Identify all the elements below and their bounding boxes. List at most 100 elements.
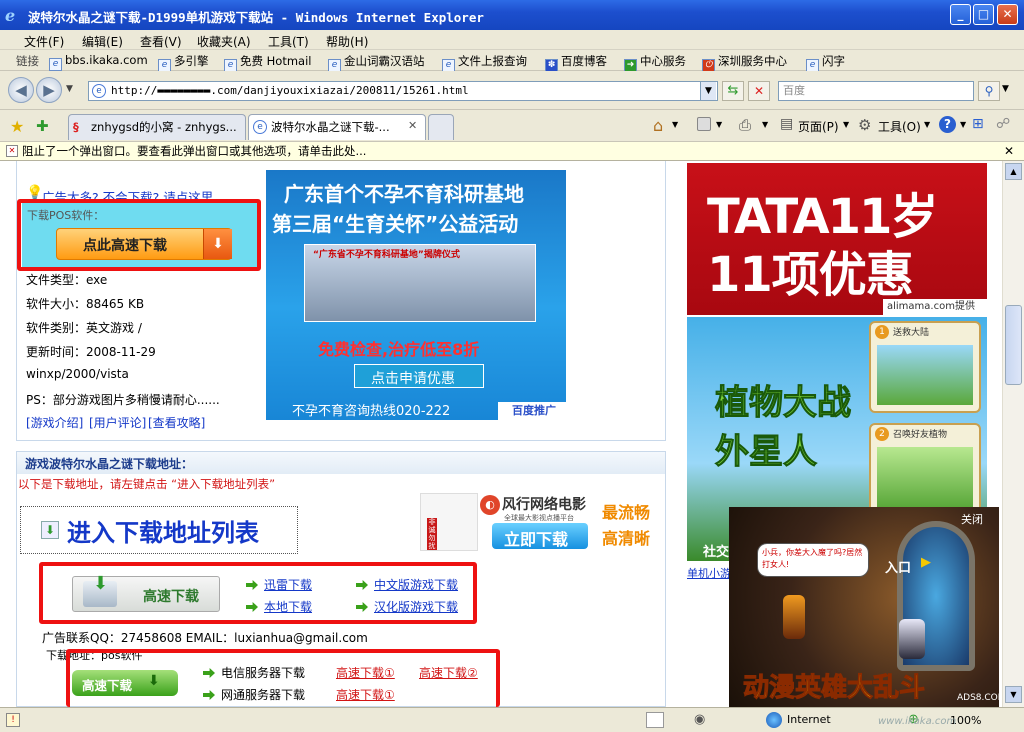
page-menu[interactable]: 页面(P) [798,118,839,135]
scroll-thumb[interactable] [1005,305,1022,385]
search-dropdown-icon[interactable]: ▼ [1002,84,1009,94]
feeds-dropdown-icon[interactable]: ▼ [716,120,722,129]
home-dropdown-icon[interactable]: ▼ [672,120,678,129]
vertical-scrollbar[interactable]: ▲ ▼ [1002,161,1024,707]
search-icon[interactable]: ⚲ [978,81,1000,101]
link-item-ciba[interactable]: e 金山词霸汉语站 [328,53,425,72]
tools-menu[interactable]: 工具(O) [878,118,921,135]
history-dropdown-icon[interactable]: ▼ [66,84,73,94]
status-bar: ! ◉ Internet ⊕ 100% www.ikaka.com [0,707,1024,732]
link-item-baidu-blog[interactable]: ✽ 百度博客 [545,53,607,72]
supported-os: winxp/2000/vista [26,367,129,381]
page-dropdown-icon[interactable]: ▼ [843,120,849,129]
print-dropdown-icon[interactable]: ▼ [762,120,768,129]
game-popup-ad[interactable]: 关闭 小兵，你差大入魔了吗?居然打女人! 入口 ▶ 动漫英雄大乱斗 ADS8.C… [729,507,1002,707]
game-intro-link[interactable]: [游戏介绍] [26,414,83,431]
maximize-button[interactable]: □ [973,4,994,25]
stop-icon[interactable]: ✕ [748,81,770,101]
ninja-character [783,595,805,639]
new-tab-button[interactable] [428,114,454,140]
tools-dropdown-icon[interactable]: ▼ [924,120,930,129]
links-label: 链接 [16,54,39,68]
fengxing-download-button[interactable]: 立即下载 [492,523,588,549]
page-icon[interactable]: ▤ [780,116,793,132]
menu-tools[interactable]: 工具(T) [268,33,309,50]
download-notice: 以下是下载地址，请左键点击 “进入下载地址列表” [18,477,276,491]
enter-list-link[interactable]: 进入下载地址列表 [67,513,259,548]
pvz-step2-card: 2 召唤好友植物 [869,423,981,515]
walkthrough-link[interactable]: [查看攻略] [148,414,205,431]
add-favorites-icon[interactable]: ✚ [36,117,49,135]
refresh-icon[interactable]: ⇆ [722,81,744,101]
feeds-icon[interactable] [697,117,711,131]
enter-list-box[interactable]: ⬇ 进入下载地址列表 [20,506,298,554]
popup-blocked-infobar[interactable]: ✕ 阻止了一个弹出窗口。要查看此弹出窗口或其他选项，请单击此处... ✕ [0,142,1024,161]
link-item-center[interactable]: ➜ 中心服务 [624,53,686,72]
ad-line2: 第三届“生育关怀”公益活动 [272,212,519,236]
baidu-promo-label: 百度推广 [498,402,566,420]
movie-poster-icon: 非诚勿扰 [420,493,478,551]
tab-close-icon[interactable]: ✕ [408,119,417,132]
hospital-ad-banner[interactable]: 广东首个不孕不育科研基地 第三届“生育关怀”公益活动 “广东省不孕不育科研基地”… [266,170,566,420]
fengxing-tag1: 最流畅 [602,503,651,522]
url-input[interactable]: e http://▬▬▬▬▬▬▬▬.com/danjiyouxixiazai/2… [88,81,718,101]
back-button[interactable]: ◀ [8,77,34,103]
blocked-popup-icon: ✕ [6,145,18,157]
forward-button[interactable]: ▶ [36,77,62,103]
privacy-icon[interactable]: ◉ [694,712,712,728]
scroll-down-icon[interactable]: ▼ [1005,686,1022,703]
pvz-social-label: 社交 [703,545,730,560]
portal-enter-label: 入口 [885,561,912,576]
scroll-up-icon[interactable]: ▲ [1005,163,1022,180]
popup-close-button[interactable]: 关闭 [961,511,983,527]
alimama-label: alimama.com提供 [883,299,987,315]
link-item-flash-text[interactable]: e 闪字 [806,53,845,72]
menu-favorites[interactable]: 收藏夹(A) [197,33,251,50]
link-item-shenzhen[interactable]: ⏻ 深圳服务中心 [702,53,787,72]
print-icon[interactable]: ⎙ [739,116,751,134]
search-input[interactable]: 百度 [778,81,974,101]
page-error-icon[interactable]: ! [6,713,20,727]
tab-favicon-icon: e [253,120,267,134]
apply-discount-button[interactable]: 点击申请优惠 [354,364,484,388]
menu-view[interactable]: 查看(V) [140,33,182,50]
menu-edit[interactable]: 编辑(E) [82,33,123,50]
window-title: 波特尔水晶之谜下载-D1999单机游戏下载站 - Windows Interne… [28,10,484,25]
ad-hotline: 不孕不育咨询热线020-222 [292,404,451,419]
ps-note: PS：部分游戏图片多稍慢请耐心...... [26,393,220,407]
ceremony-photo: “广东省不孕不育科研基地”揭牌仪式 [304,244,536,322]
link-item-report[interactable]: e 文件上报查询 [442,53,527,72]
step-badge-icon: 1 [875,325,889,339]
tata-ad[interactable]: TATA11岁 11项优惠 alimama.com提供 [687,163,987,315]
link-item-ikaka[interactable]: e bbs.ikaka.com [49,53,148,71]
gear-icon[interactable]: ⚙ [858,116,871,134]
menu-help[interactable]: 帮助(H) [326,33,368,50]
favorites-star-icon[interactable]: ★ [10,117,24,136]
link-item-hotmail[interactable]: e 免费 Hotmail [224,53,312,72]
enemy-character [899,619,925,659]
help-icon[interactable]: ? [939,116,956,133]
research-icon[interactable]: ⊞ [972,116,984,132]
pvz-title: 植物大战外星人 [715,383,852,473]
tab-current-page[interactable]: e 波特尔水晶之谜下载-... [248,114,426,140]
file-type: 文件类型：exe [26,273,108,287]
url-dropdown-icon[interactable]: ▼ [700,82,716,100]
link-item-search[interactable]: e 多引擎 [158,53,209,72]
highlight-box-pos [17,199,261,271]
zone-label: Internet [787,713,831,726]
tab-znhygsd[interactable]: § znhygsd的小窝 - znhygs... [68,114,246,140]
user-review-link[interactable]: [用户评论] [89,414,146,431]
close-button[interactable]: ✕ [997,4,1018,25]
fengxing-ad[interactable]: 非诚勿扰 ◐ 风行网络电影 全球最大影视点播平台 立即下载 最流畅 高清晰 [418,491,664,553]
watermark-ads8: ADS8.COM [957,693,1002,703]
messenger-icon[interactable]: ☍ [996,116,1010,132]
ad-line1: 广东首个不孕不育科研基地 [284,182,524,206]
infobar-close-icon[interactable]: ✕ [1004,142,1014,160]
menu-file[interactable]: 文件(F) [24,33,64,50]
tata-line2: 11项优惠 [707,247,914,303]
minimize-button[interactable]: _ [950,4,971,25]
ie-logo-icon: e [5,6,16,25]
help-dropdown-icon[interactable]: ▼ [960,120,966,129]
mini-game-link[interactable]: 单机小游 [687,565,731,581]
home-icon[interactable]: ⌂ [653,116,663,135]
